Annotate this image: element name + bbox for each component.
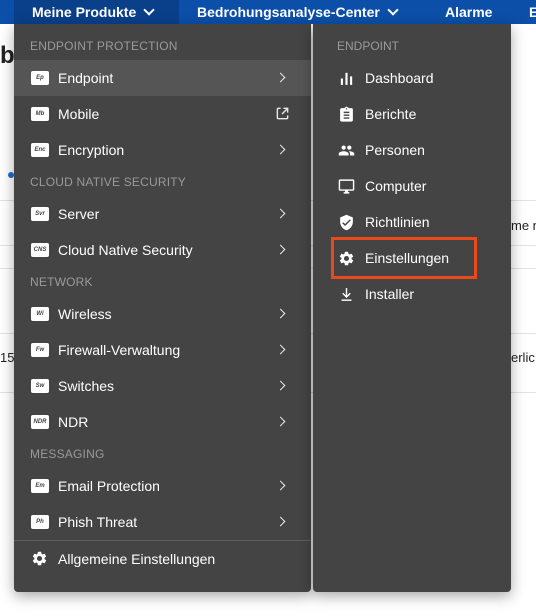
download-icon	[341, 288, 352, 301]
submenu-item-label: Installer	[365, 286, 415, 302]
products-menu: ENDPOINT PROTECTION Ep Endpoint Mb Mobil…	[14, 24, 311, 592]
product-badge-icon: NDR	[31, 415, 49, 429]
nav-label: Alarme	[445, 4, 493, 20]
chevron-down-icon	[387, 4, 399, 16]
menu-item-cloud-native-security[interactable]: CNS Cloud Native Security	[14, 232, 311, 268]
product-badge-icon: Ph	[31, 515, 49, 529]
menu-item-ndr[interactable]: NDR NDR	[14, 404, 311, 440]
product-badge-icon: Mb	[31, 107, 49, 121]
submenu-item-einstellungen[interactable]: Einstellungen	[331, 237, 477, 279]
bar-chart-icon	[340, 72, 353, 85]
menu-item-label: Server	[58, 206, 100, 222]
nav-bedrohungsanalyse[interactable]: Bedrohungsanalyse-Center	[197, 0, 399, 24]
nav-meine-produkte[interactable]: Meine Produkte	[14, 0, 179, 24]
submenu-item-personen[interactable]: Personen	[334, 132, 504, 168]
menu-item-firewall[interactable]: Fw Firewall-Verwaltung	[14, 332, 311, 368]
menu-item-label: Allgemeine Einstellungen	[58, 551, 216, 567]
chevron-right-icon	[275, 144, 286, 155]
menu-item-phish-threat[interactable]: Ph Phish Threat	[14, 504, 311, 540]
submenu-item-richtlinien[interactable]: Richtlinien	[334, 204, 504, 240]
chevron-right-icon	[275, 208, 286, 219]
top-navigation: Meine Produkte Bedrohungsanalyse-Center …	[0, 0, 536, 24]
submenu-item-label: Dashboard	[365, 70, 434, 86]
people-icon	[338, 145, 355, 156]
submenu-item-label: Richtlinien	[365, 214, 430, 230]
nav-more[interactable]: E	[529, 0, 536, 24]
clipboard-icon	[340, 106, 353, 122]
menu-item-label: Encryption	[58, 142, 125, 158]
menu-item-label: Mobile	[58, 106, 100, 122]
menu-item-label: NDR	[58, 414, 89, 430]
nav-label: E	[529, 4, 536, 20]
nav-alarme[interactable]: Alarme	[445, 0, 492, 24]
nav-label: Bedrohungsanalyse-Center	[197, 4, 380, 20]
chevron-right-icon	[275, 72, 286, 83]
monitor-icon	[338, 179, 355, 194]
menu-item-email-protection[interactable]: Em Email Protection	[14, 468, 311, 504]
product-badge-icon: Sw	[31, 379, 49, 393]
submenu-item-dashboard[interactable]: Dashboard	[334, 60, 504, 96]
menu-item-mobile[interactable]: Mb Mobile	[14, 96, 311, 132]
product-badge-icon: Fw	[31, 343, 49, 357]
menu-item-label: Cloud Native Security	[58, 242, 193, 258]
product-badge-icon: Em	[31, 479, 49, 493]
section-title: NETWORK	[30, 275, 93, 289]
chevron-down-icon	[143, 4, 155, 16]
submenu-item-label: Personen	[365, 142, 425, 158]
section-title: CLOUD NATIVE SECURITY	[30, 175, 186, 189]
gear-icon	[339, 251, 354, 266]
section-title: MESSAGING	[30, 447, 105, 461]
chevron-right-icon	[275, 516, 286, 527]
external-link-icon	[276, 107, 289, 120]
page-title-fragment: b	[0, 42, 15, 69]
gear-icon	[32, 551, 47, 566]
chevron-right-icon	[275, 308, 286, 319]
shield-check-icon	[340, 214, 353, 231]
chevron-right-icon	[275, 244, 286, 255]
menu-item-general-settings[interactable]: Allgemeine Einstellungen	[14, 541, 311, 577]
chevron-right-icon	[275, 344, 286, 355]
menu-item-wireless[interactable]: Wi Wireless	[14, 296, 311, 332]
cell-fragment: erlic	[511, 350, 535, 365]
menu-item-label: Wireless	[58, 306, 112, 322]
submenu-item-label: Computer	[365, 178, 427, 194]
menu-item-server[interactable]: Svr Server	[14, 196, 311, 232]
product-badge-icon: Enc	[31, 143, 49, 157]
submenu-item-computer[interactable]: Computer	[334, 168, 504, 204]
submenu-item-label: Berichte	[365, 106, 417, 122]
product-badge-icon: Wi	[31, 307, 49, 321]
menu-item-switches[interactable]: Sw Switches	[14, 368, 311, 404]
menu-item-label: Email Protection	[58, 478, 160, 494]
section-title: ENDPOINT PROTECTION	[30, 39, 178, 53]
chevron-right-icon	[275, 380, 286, 391]
menu-item-label: Phish Threat	[58, 514, 138, 530]
endpoint-submenu: ENDPOINT Dashboard Berichte Personen Com…	[313, 24, 511, 592]
menu-item-encryption[interactable]: Enc Encryption	[14, 132, 311, 168]
chevron-right-icon	[275, 480, 286, 491]
menu-item-label: Switches	[58, 378, 115, 394]
submenu-title: ENDPOINT	[337, 39, 400, 53]
chevron-right-icon	[275, 416, 286, 427]
submenu-item-label: Einstellungen	[365, 250, 450, 266]
submenu-item-berichte[interactable]: Berichte	[334, 96, 504, 132]
column-header-fragment: me n	[511, 218, 536, 233]
product-badge-icon: Ep	[31, 71, 49, 85]
product-badge-icon: CNS	[31, 243, 49, 257]
menu-item-endpoint[interactable]: Ep Endpoint	[14, 60, 311, 96]
product-badge-icon: Svr	[31, 207, 49, 221]
submenu-item-installer[interactable]: Installer	[334, 276, 504, 312]
nav-label: Meine Produkte	[32, 4, 137, 20]
menu-item-label: Firewall-Verwaltung	[58, 342, 181, 358]
menu-item-label: Endpoint	[58, 70, 114, 86]
